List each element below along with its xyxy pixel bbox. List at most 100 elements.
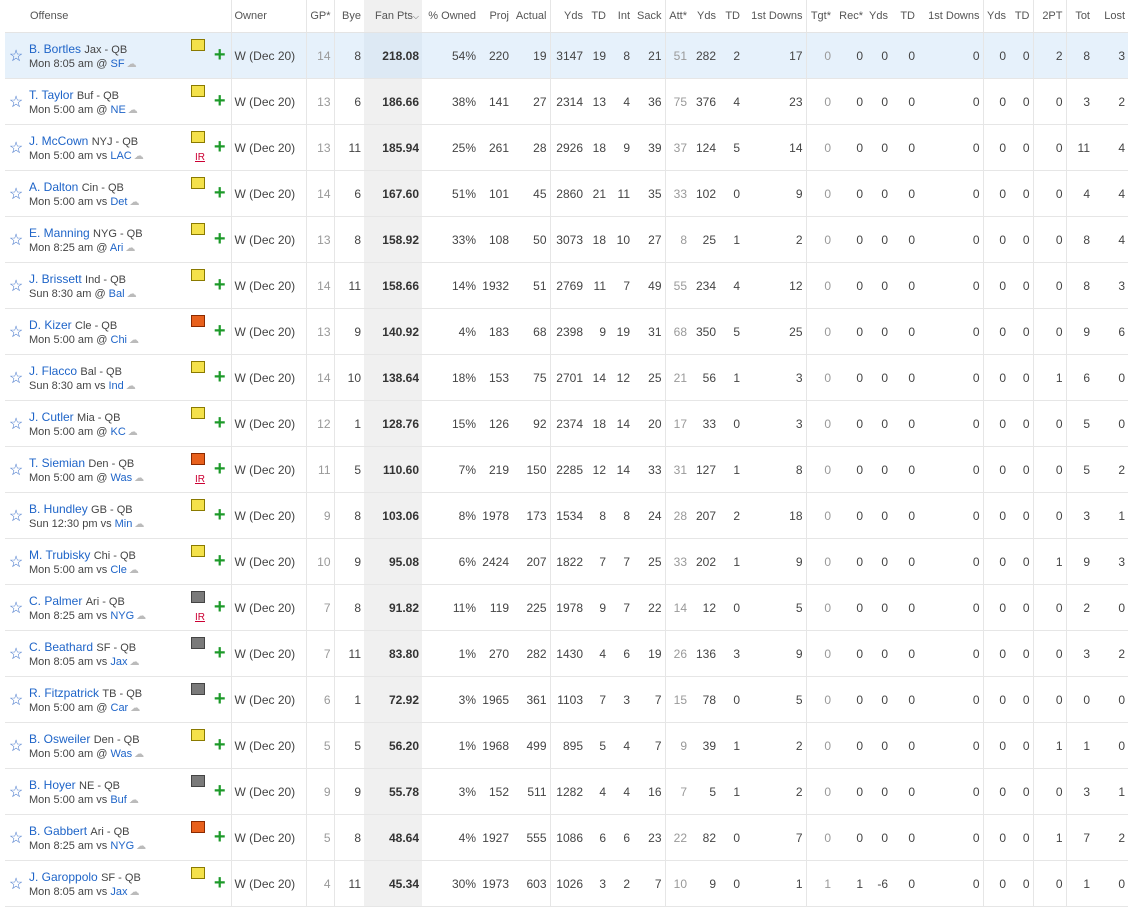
watch-star-cell[interactable]: ☆: [5, 722, 27, 769]
star-icon[interactable]: ☆: [9, 784, 23, 801]
star-icon[interactable]: ☆: [9, 140, 23, 157]
player-note-icon[interactable]: [191, 453, 205, 465]
add-icon[interactable]: +: [214, 366, 226, 388]
opponent-link[interactable]: Ari: [110, 242, 123, 254]
opponent-link[interactable]: Det: [110, 196, 127, 208]
player-note-icon[interactable]: [191, 683, 205, 695]
star-icon[interactable]: ☆: [9, 278, 23, 295]
opponent-link[interactable]: Ind: [109, 380, 124, 392]
player-name-link[interactable]: C. Palmer: [29, 594, 82, 608]
add-icon[interactable]: +: [214, 458, 226, 480]
header-rec-1st-downs[interactable]: 1st Downs: [918, 0, 983, 33]
watch-star-cell[interactable]: ☆: [5, 354, 27, 401]
player-note-icon[interactable]: [191, 729, 205, 741]
player-note-icon[interactable]: [191, 361, 205, 373]
star-icon[interactable]: ☆: [9, 232, 23, 249]
add-player-cell[interactable]: +: [209, 308, 231, 355]
injury-status[interactable]: IR: [195, 474, 205, 485]
opponent-link[interactable]: Was: [111, 748, 133, 760]
player-name-link[interactable]: B. Osweiler: [29, 732, 90, 746]
watch-star-cell[interactable]: ☆: [5, 630, 27, 677]
add-player-cell[interactable]: +: [209, 216, 231, 263]
player-name-link[interactable]: B. Bortles: [29, 42, 81, 56]
opponent-link[interactable]: Bal: [109, 288, 125, 300]
header-rush-yds[interactable]: Yds: [690, 0, 719, 33]
add-player-cell[interactable]: +: [209, 262, 231, 309]
player-note-icon[interactable]: [191, 85, 205, 97]
header-actual[interactable]: Actual: [512, 0, 550, 33]
add-icon[interactable]: +: [214, 412, 226, 434]
player-note-icon[interactable]: [191, 407, 205, 419]
add-player-cell[interactable]: +: [209, 676, 231, 723]
header-owned[interactable]: % Owned: [422, 0, 479, 33]
add-icon[interactable]: +: [214, 872, 226, 894]
star-icon[interactable]: ☆: [9, 416, 23, 433]
add-player-cell[interactable]: +: [209, 722, 231, 769]
header-gp[interactable]: GP*: [305, 0, 334, 33]
star-icon[interactable]: ☆: [9, 48, 23, 65]
header-owner[interactable]: Owner: [230, 0, 306, 33]
add-icon[interactable]: +: [214, 596, 226, 618]
star-icon[interactable]: ☆: [9, 646, 23, 663]
header-pass-td[interactable]: TD: [586, 0, 609, 33]
add-player-cell[interactable]: +: [209, 630, 231, 677]
opponent-link[interactable]: Buf: [110, 794, 127, 806]
opponent-link[interactable]: LAC: [110, 150, 131, 162]
player-note-icon[interactable]: [191, 545, 205, 557]
header-fum-tot[interactable]: Tot: [1065, 0, 1093, 33]
watch-star-cell[interactable]: ☆: [5, 814, 27, 861]
header-rush-td[interactable]: TD: [719, 0, 743, 33]
add-player-cell[interactable]: +: [209, 400, 231, 447]
star-icon[interactable]: ☆: [9, 692, 23, 709]
add-player-cell[interactable]: +: [209, 768, 231, 815]
injury-status[interactable]: IR: [195, 152, 205, 163]
add-player-cell[interactable]: +: [209, 584, 231, 631]
watch-star-cell[interactable]: ☆: [5, 538, 27, 585]
injury-status[interactable]: IR: [195, 612, 205, 623]
player-name-link[interactable]: B. Hoyer: [29, 778, 76, 792]
header-tgt[interactable]: Tgt*: [805, 0, 834, 33]
player-name-link[interactable]: J. McCown: [29, 134, 88, 148]
player-note-icon[interactable]: [191, 867, 205, 879]
player-name-link[interactable]: D. Kizer: [29, 318, 72, 332]
player-name-link[interactable]: E. Manning: [29, 226, 90, 240]
watch-star-cell[interactable]: ☆: [5, 308, 27, 355]
star-icon[interactable]: ☆: [9, 370, 23, 387]
opponent-link[interactable]: Was: [111, 472, 133, 484]
opponent-link[interactable]: Car: [111, 702, 129, 714]
star-icon[interactable]: ☆: [9, 600, 23, 617]
star-icon[interactable]: ☆: [9, 830, 23, 847]
player-note-icon[interactable]: [191, 499, 205, 511]
header-pass-yds[interactable]: Yds: [549, 0, 586, 33]
player-name-link[interactable]: C. Beathard: [29, 640, 93, 654]
player-note-icon[interactable]: [191, 821, 205, 833]
player-name-link[interactable]: B. Gabbert: [29, 824, 87, 838]
opponent-link[interactable]: NE: [111, 104, 126, 116]
player-name-link[interactable]: T. Siemian: [29, 456, 85, 470]
opponent-link[interactable]: Jax: [110, 656, 127, 668]
star-icon[interactable]: ☆: [9, 462, 23, 479]
header-rec[interactable]: Rec*: [834, 0, 866, 33]
watch-star-cell[interactable]: ☆: [5, 78, 27, 125]
player-name-link[interactable]: M. Trubisky: [29, 548, 90, 562]
header-ret-yds[interactable]: Yds: [982, 0, 1009, 33]
star-icon[interactable]: ☆: [9, 876, 23, 893]
add-player-cell[interactable]: +: [209, 492, 231, 539]
header-rush-1st-downs[interactable]: 1st Downs: [743, 0, 806, 33]
star-icon[interactable]: ☆: [9, 508, 23, 525]
player-name-link[interactable]: T. Taylor: [29, 88, 73, 102]
player-note-icon[interactable]: [191, 591, 205, 603]
watch-star-cell[interactable]: ☆: [5, 768, 27, 815]
add-icon[interactable]: +: [214, 228, 226, 250]
watch-star-cell[interactable]: ☆: [5, 492, 27, 539]
star-icon[interactable]: ☆: [9, 554, 23, 571]
header-rec-td[interactable]: TD: [891, 0, 918, 33]
player-note-icon[interactable]: [191, 637, 205, 649]
player-name-link[interactable]: J. Brissett: [29, 272, 82, 286]
opponent-link[interactable]: Min: [115, 518, 133, 530]
player-note-icon[interactable]: [191, 223, 205, 235]
player-note-icon[interactable]: [191, 39, 205, 51]
star-icon[interactable]: ☆: [9, 324, 23, 341]
star-icon[interactable]: ☆: [9, 738, 23, 755]
add-player-cell[interactable]: +: [209, 446, 231, 493]
